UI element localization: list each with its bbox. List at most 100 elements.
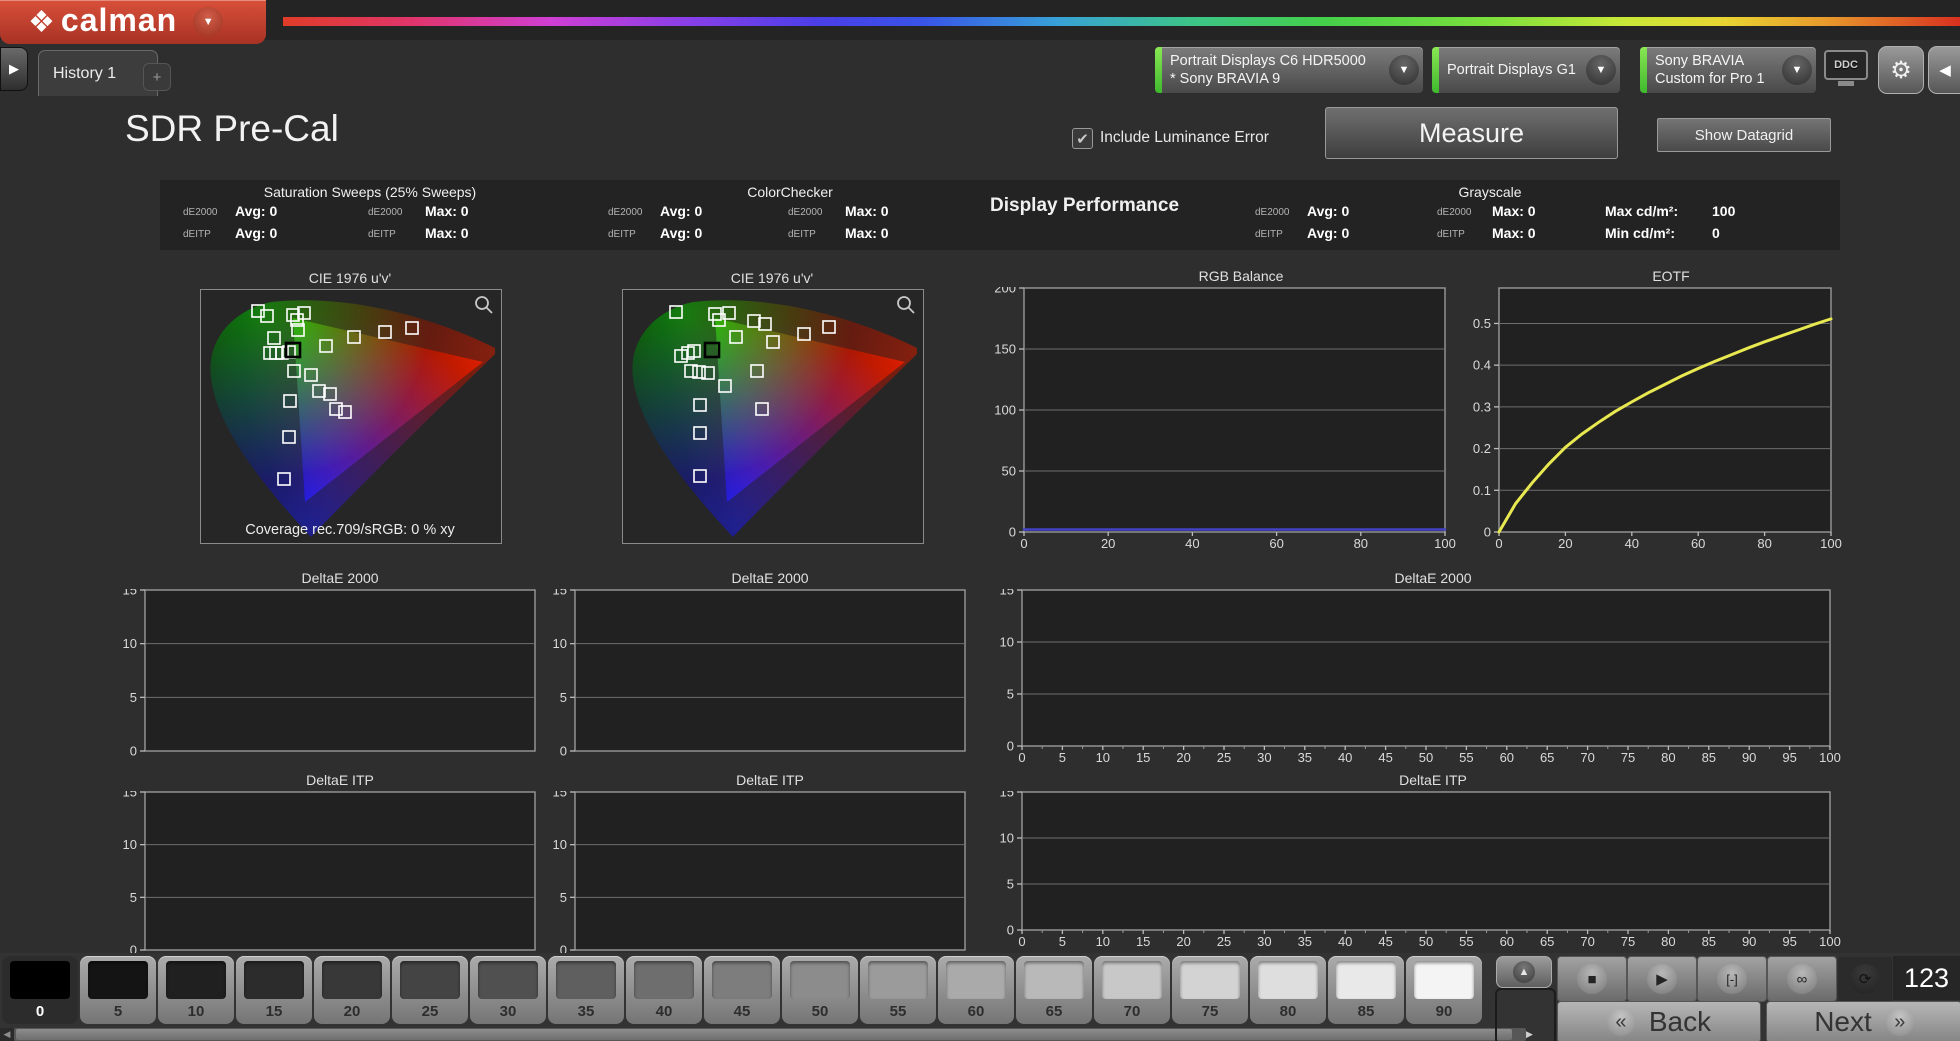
svg-text:45: 45 [1378, 750, 1392, 765]
pattern-swatch-65[interactable]: 65 [1016, 956, 1092, 1024]
gray-swatch [946, 961, 1006, 999]
scroll-left-arrow-icon[interactable]: ◀ [0, 1028, 14, 1041]
pattern-counter: 123 [1893, 956, 1960, 1000]
svg-text:80: 80 [1661, 934, 1675, 949]
zoom-magnifier-icon[interactable] [476, 297, 492, 313]
loop-button[interactable]: ∞ [1767, 956, 1837, 1002]
pattern-swatch-80[interactable]: 80 [1250, 956, 1326, 1024]
pattern-scrollbar-thumb[interactable] [16, 1029, 1512, 1040]
pattern-swatch-40[interactable]: 40 [626, 956, 702, 1024]
calman-menu-button[interactable]: ❖ calman ▼ [0, 0, 266, 44]
swatch-label: 20 [314, 1003, 390, 1020]
svg-text:70: 70 [1580, 934, 1594, 949]
settings-button[interactable]: ⚙ [1878, 46, 1924, 94]
refresh-icon: ⟳ [1850, 964, 1880, 994]
stat-value: Max: 0 [1492, 203, 1536, 219]
pattern-swatch-20[interactable]: 20 [314, 956, 390, 1024]
next-label: Next [1814, 1006, 1872, 1038]
pattern-swatch-70[interactable]: 70 [1094, 956, 1170, 1024]
sidebar-expand-button[interactable]: ▶ [0, 47, 28, 91]
chevron-down-icon: ▼ [193, 7, 223, 37]
gray-swatch [712, 961, 772, 999]
gray-swatch [88, 961, 148, 999]
meter-dropdown[interactable]: Portrait Displays C6 HDR5000 * Sony BRAV… [1155, 47, 1423, 93]
collapse-strip-button[interactable]: ▲ [1496, 956, 1552, 988]
zoom-magnifier-icon[interactable] [898, 297, 914, 313]
stat-value: Avg: 0 [1307, 225, 1349, 241]
lum-label: Max cd/m²: [1605, 203, 1678, 219]
gray-swatch [1102, 961, 1162, 999]
svg-text:100: 100 [1434, 536, 1456, 551]
pattern-swatch-35[interactable]: 35 [548, 956, 624, 1024]
stat-value: Avg: 0 [235, 225, 277, 241]
svg-text:0: 0 [1484, 525, 1491, 540]
pattern-swatch-5[interactable]: 5 [80, 956, 156, 1024]
swatch-label: 40 [626, 1003, 702, 1020]
pattern-swatch-60[interactable]: 60 [938, 956, 1014, 1024]
svg-text:100: 100 [1819, 934, 1841, 949]
pattern-swatch-10[interactable]: 10 [158, 956, 234, 1024]
svg-text:60: 60 [1500, 750, 1514, 765]
stat-value: Max: 0 [425, 203, 469, 219]
swatch-label: 65 [1016, 1003, 1092, 1020]
svg-text:10: 10 [123, 837, 137, 852]
pattern-swatch-25[interactable]: 25 [392, 956, 468, 1024]
step-button[interactable]: [-] [1697, 956, 1767, 1002]
stop-button[interactable]: ■ [1557, 956, 1627, 1002]
swatch-label: 10 [158, 1003, 234, 1020]
svg-text:5: 5 [1059, 934, 1066, 949]
metric-label: dEITP [608, 229, 636, 240]
stat-value: Avg: 0 [1307, 203, 1349, 219]
chevron-down-icon: ▼ [1782, 55, 1812, 85]
pattern-swatch-0[interactable]: 0 [2, 956, 78, 1024]
measure-button[interactable]: Measure [1325, 107, 1618, 159]
next-button[interactable]: Next » [1766, 1001, 1960, 1041]
show-datagrid-button[interactable]: Show Datagrid [1657, 118, 1831, 152]
svg-text:0.2: 0.2 [1473, 441, 1491, 456]
include-luminance-error-checkbox[interactable]: ✔ [1072, 128, 1093, 149]
collapse-panel-button[interactable]: ◀ [1928, 46, 1960, 94]
pattern-generator-name: Portrait Displays G1 [1447, 61, 1584, 79]
back-label: Back [1649, 1006, 1711, 1038]
chart-plot: 051015 [111, 589, 549, 758]
back-button[interactable]: « Back [1557, 1001, 1761, 1041]
lum-value: 100 [1712, 203, 1735, 219]
calman-logo-icon: ❖ [28, 5, 55, 40]
pattern-swatch-45[interactable]: 45 [704, 956, 780, 1024]
add-tab-button[interactable]: + [143, 63, 171, 91]
svg-text:0: 0 [130, 744, 137, 759]
chart-title: DeltaE 2000 [988, 570, 1844, 589]
chart-plot: 051015 [541, 589, 979, 758]
svg-text:65: 65 [1540, 750, 1554, 765]
pattern-swatch-90[interactable]: 90 [1406, 956, 1482, 1024]
svg-text:15: 15 [1136, 750, 1150, 765]
svg-text:0: 0 [1495, 536, 1502, 551]
metric-label: dE2000 [788, 207, 822, 218]
pattern-swatch-75[interactable]: 75 [1172, 956, 1248, 1024]
display-control-dropdown[interactable]: Sony BRAVIA Custom for Pro 1 ▼ [1640, 47, 1816, 93]
chart-plot: 00.10.20.30.40.5020406080100 [1463, 287, 1845, 555]
pattern-swatch-55[interactable]: 55 [860, 956, 936, 1024]
tab-history-1[interactable]: History 1 [38, 50, 158, 96]
pattern-swatch-85[interactable]: 85 [1328, 956, 1404, 1024]
svg-text:100: 100 [1820, 536, 1842, 551]
pattern-preview-thumbnail[interactable] [1495, 988, 1556, 1041]
gray-swatch [1024, 961, 1084, 999]
metric-label: dE2000 [1437, 207, 1471, 218]
svg-text:5: 5 [560, 690, 567, 705]
pattern-swatch-50[interactable]: 50 [782, 956, 858, 1024]
pattern-swatch-30[interactable]: 30 [470, 956, 546, 1024]
svg-text:40: 40 [1625, 536, 1639, 551]
deltaeitp-chart-saturation: DeltaE ITP051015 [111, 772, 535, 962]
swatch-label: 55 [860, 1003, 936, 1020]
play-button[interactable]: ▶ [1627, 956, 1697, 1002]
svg-text:40: 40 [1338, 934, 1352, 949]
pattern-swatch-15[interactable]: 15 [236, 956, 312, 1024]
svg-text:0: 0 [1009, 525, 1016, 540]
pattern-generator-dropdown[interactable]: Portrait Displays G1 ▼ [1432, 47, 1620, 93]
refresh-button[interactable]: ⟳ [1837, 956, 1893, 1002]
calman-window: ❖ calman ▼ ▶ History 1 + Portrait Displa… [0, 0, 1960, 1041]
gray-swatch [244, 961, 304, 999]
calman-logo-text: calman [61, 2, 177, 39]
ddc-button[interactable]: DDC [1822, 50, 1870, 90]
